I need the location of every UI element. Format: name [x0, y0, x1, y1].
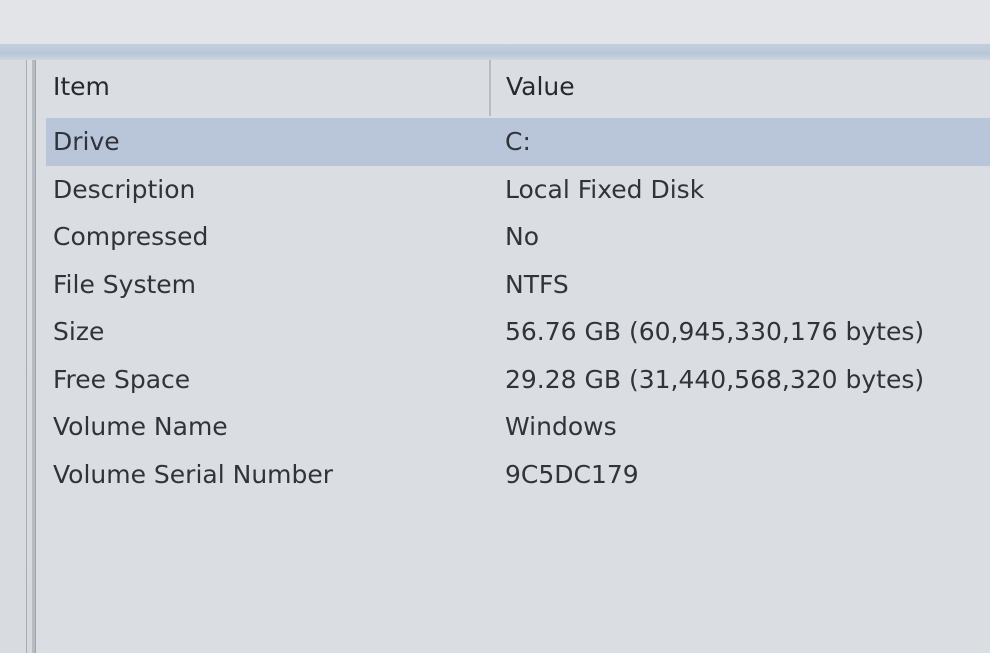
- row-item-label: File System: [53, 269, 197, 299]
- list-row-size[interactable]: Size 56.76 GB (60,945,330,176 bytes): [46, 308, 990, 356]
- row-item-label: Volume Serial Number: [53, 459, 334, 489]
- list-row-description[interactable]: Description Local Fixed Disk: [46, 166, 990, 214]
- row-value: NTFS: [505, 269, 569, 299]
- toolbar-area: [0, 0, 990, 44]
- list-row-file-system[interactable]: File System NTFS: [46, 261, 990, 309]
- list-header: Item Value: [36, 60, 990, 116]
- list-row-free-space[interactable]: Free Space 29.28 GB (31,440,568,320 byte…: [46, 356, 990, 404]
- details-list-view[interactable]: Item Value Drive C: Description Local Fi…: [35, 60, 990, 653]
- list-row-volume-name[interactable]: Volume Name Windows: [46, 403, 990, 451]
- row-value: C:: [505, 127, 531, 156]
- row-item-label: Size: [53, 317, 105, 346]
- column-header-item[interactable]: Item: [53, 72, 110, 101]
- column-divider[interactable]: [489, 60, 491, 116]
- list-row-volume-serial-number[interactable]: Volume Serial Number 9C5DC179: [46, 451, 990, 499]
- row-value: No: [505, 222, 539, 251]
- row-item-label: Drive: [53, 127, 120, 156]
- row-item-label: Volume Name: [53, 412, 228, 441]
- row-item-label: Description: [53, 174, 196, 204]
- row-value: Local Fixed Disk: [505, 174, 705, 204]
- pane-top-border: [0, 44, 990, 60]
- list-rows: Drive C: Description Local Fixed Disk Co…: [46, 118, 990, 498]
- row-value: 9C5DC179: [505, 459, 639, 489]
- row-value: 56.76 GB (60,945,330,176 bytes): [505, 317, 925, 346]
- list-row-drive[interactable]: Drive C:: [46, 118, 990, 166]
- row-value: Windows: [505, 412, 617, 441]
- category-tree-pane[interactable]: [0, 60, 27, 653]
- row-item-label: Free Space: [53, 364, 191, 394]
- column-header-value[interactable]: Value: [506, 72, 575, 101]
- row-value: 29.28 GB (31,440,568,320 bytes): [505, 364, 925, 394]
- list-row-compressed[interactable]: Compressed No: [46, 213, 990, 261]
- row-item-label: Compressed: [53, 222, 209, 251]
- system-information-window: Item Value Drive C: Description Local Fi…: [0, 0, 990, 653]
